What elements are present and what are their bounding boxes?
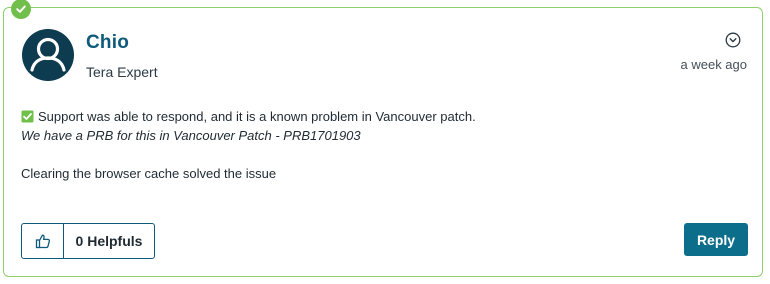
avatar[interactable]	[22, 29, 74, 81]
author-rank: Tera Expert	[86, 64, 158, 80]
post-body-prb-line: We have a PRB for this in Vancouver Patc…	[21, 128, 361, 143]
accepted-solution-badge	[11, 0, 31, 19]
chevron-down-circle-icon	[725, 32, 741, 48]
helpful-button[interactable]	[22, 224, 64, 258]
user-avatar-icon	[30, 37, 66, 72]
post-timestamp: a week ago	[680, 57, 748, 72]
reply-button[interactable]: Reply	[684, 223, 748, 256]
post-body-text: Support was able to respond, and it is a…	[38, 109, 476, 124]
helpful-count: 0 Helpfuls	[75, 233, 143, 249]
post-card: Chio Tera Expert a week ago Support was …	[3, 0, 763, 277]
checkbox-checked-icon	[21, 110, 34, 123]
post-body-spacer	[21, 145, 741, 164]
helpful-widget: 0 Helpfuls	[21, 223, 155, 259]
post-options-button[interactable]	[725, 32, 741, 48]
checkmark-icon	[16, 5, 26, 13]
thumbs-up-icon	[35, 234, 50, 249]
author-name[interactable]: Chio	[86, 32, 129, 54]
post-body-line: Support was able to respond, and it is a…	[21, 107, 741, 126]
post-body-resolution-line: Clearing the browser cache solved the is…	[21, 166, 277, 181]
post-body: Support was able to respond, and it is a…	[21, 107, 741, 183]
